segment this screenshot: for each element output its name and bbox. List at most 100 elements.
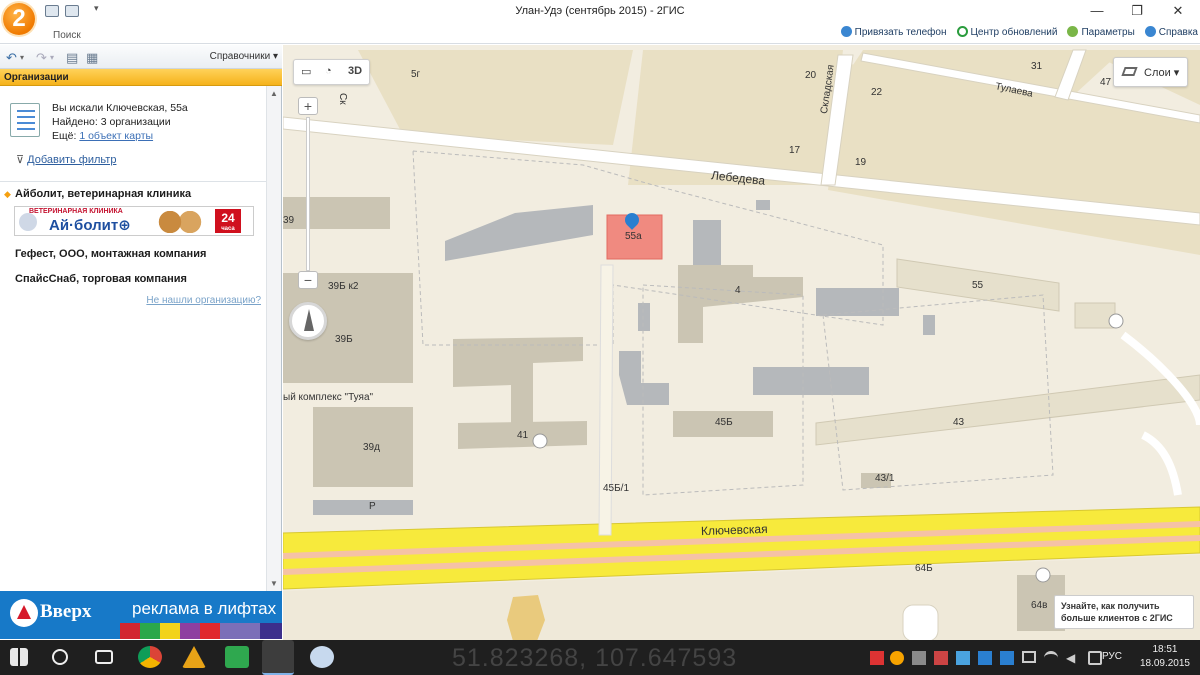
scroll-down-icon[interactable]: ▼ — [270, 579, 278, 588]
tray-icon[interactable] — [912, 651, 926, 665]
building-label: 39 — [283, 215, 295, 226]
zoom-control: + − — [298, 97, 318, 293]
2gis-taskbar-button[interactable] — [262, 640, 294, 675]
search-tab[interactable]: Поиск — [53, 30, 81, 41]
organizations-header: Организации — [0, 69, 282, 86]
filter-icon: ⊽ — [16, 154, 25, 166]
aibolit-banner[interactable]: ВЕТЕРИНАРНАЯ КЛИНИКА Ай·болит⊕ 24 часа — [14, 206, 254, 236]
handbooks-dropdown[interactable]: Справочники ▾ — [210, 51, 278, 62]
building-label: 4 — [735, 285, 741, 296]
help-icon — [1144, 26, 1156, 37]
task-view-icon[interactable] — [95, 650, 113, 664]
pets-image — [155, 211, 205, 233]
marker-bullet-icon: ◆ — [4, 189, 11, 199]
search-icon[interactable] — [52, 649, 68, 665]
building-label: 64в — [1031, 600, 1048, 611]
tray-icon[interactable] — [956, 651, 970, 665]
hours-badge: 24 часа — [215, 209, 241, 233]
compass-icon[interactable] — [289, 302, 327, 340]
battery-icon[interactable] — [1022, 651, 1036, 663]
org-item-gefest[interactable]: Гефест, ООО, монтажная компания — [15, 248, 206, 260]
windows-taskbar: 51.823268, 107.647593 ◀ РУС 18:51 18.09.… — [0, 640, 1200, 675]
building-label: 45Б — [715, 417, 733, 428]
coordinates-readout: 51.823268, 107.647593 — [452, 644, 738, 672]
tray-icon[interactable] — [978, 651, 992, 665]
paint-icon[interactable] — [310, 646, 334, 668]
app-triangle-icon[interactable] — [182, 646, 206, 668]
layers-icon — [1121, 67, 1138, 76]
clock[interactable]: 18:51 18.09.2015 — [1140, 643, 1190, 671]
volume-icon[interactable]: ◀ — [1066, 651, 1080, 665]
minimize-button[interactable]: — — [1082, 2, 1112, 20]
map-view[interactable]: 5г 20 31 22 47 17 19 39 39Б к2 39Б 4 55 … — [283, 45, 1200, 641]
building-label: 64Б — [915, 563, 933, 574]
search-document-icon — [10, 103, 40, 137]
building-label: 41 — [517, 430, 529, 441]
back-arrow-icon[interactable]: ↶ — [6, 50, 17, 66]
settings-link[interactable]: Параметры — [1067, 26, 1135, 38]
found-count-text: Найдено: 3 организации — [52, 116, 171, 128]
link-phone-link[interactable]: Привязать телефон — [840, 26, 947, 38]
ad-brand: Вверх — [40, 601, 92, 622]
zoom-in-button[interactable]: + — [298, 97, 318, 115]
app-green-icon[interactable] — [225, 646, 249, 668]
search-query-text: Вы искали Ключевская, 55а — [52, 102, 188, 114]
building-label: 39д — [363, 442, 380, 453]
system-tray: ◀ РУС 18:51 18.09.2015 — [860, 640, 1200, 675]
elevator-ad-banner[interactable]: Вверх реклама в лифтах — [0, 591, 282, 639]
restore-button[interactable]: ❐ — [1122, 2, 1152, 20]
building-label: 19 — [855, 157, 867, 168]
top-links: Привязать телефон Центр обновлений Парам… — [840, 26, 1198, 38]
doctor-icon — [19, 213, 37, 231]
chrome-icon[interactable] — [138, 646, 162, 668]
gear-icon — [1067, 26, 1079, 37]
language-indicator[interactable]: РУС — [1102, 651, 1122, 662]
panel-scrollbar[interactable]: ▲ ▼ — [266, 86, 281, 591]
help-link[interactable]: Справка — [1144, 26, 1198, 38]
street-label-klyuchevskaya: Ключевская — [700, 521, 768, 539]
windows-start-icon[interactable] — [10, 648, 28, 666]
3d-button[interactable]: 3D — [348, 65, 362, 77]
tray-icon[interactable] — [870, 651, 884, 665]
building-label: 20 — [805, 70, 817, 81]
map-object-link[interactable]: 1 объект карты — [79, 130, 153, 142]
tray-icon[interactable] — [1000, 651, 1014, 665]
grid-view-icon[interactable]: ▦ — [86, 50, 98, 66]
building-label: 5г — [411, 69, 421, 80]
forward-arrow-icon[interactable]: ↷ — [36, 50, 47, 66]
layers-button[interactable]: Слои ▾ — [1113, 57, 1188, 87]
left-panel: ↶ ▾ ↷ ▾ ▤ ▦ Справочники ▾ Организации ▲ … — [0, 45, 282, 591]
map-tools-panel: ▭ ◔ 3D — [293, 59, 370, 85]
app-window: 2 ▾ Поиск Улан-Удэ (сентябрь 2015) - 2ГИ… — [0, 0, 1200, 675]
add-filter-link[interactable]: ⊽ Добавить фильтр — [16, 153, 116, 166]
wifi-icon[interactable] — [1044, 651, 1058, 665]
back-dropdown-icon[interactable]: ▾ — [20, 53, 24, 62]
phone-icon — [840, 26, 852, 37]
marker-label: 55а — [625, 231, 642, 242]
building-label: 55 — [972, 280, 984, 291]
update-center-link[interactable]: Центр обновлений — [956, 26, 1057, 38]
message-icon[interactable] — [1088, 651, 1102, 665]
list-view-icon[interactable]: ▤ — [66, 50, 78, 66]
org-item-aibolit[interactable]: Айболит, ветеринарная клиника — [15, 188, 191, 200]
tray-icon[interactable] — [934, 651, 948, 665]
window-title: Улан-Удэ (сентябрь 2015) - 2ГИС — [515, 5, 685, 17]
forward-dropdown-icon[interactable]: ▾ — [50, 53, 54, 62]
more-line: Ещё: 1 объект карты — [52, 130, 154, 142]
close-button[interactable]: ✕ — [1163, 2, 1193, 20]
org-item-spicesnab[interactable]: СпайсСнаб, торговая компания — [15, 273, 187, 285]
scroll-up-icon[interactable]: ▲ — [270, 89, 278, 98]
spiral-icon[interactable]: ◔ — [325, 65, 332, 77]
building-label: 45Б/1 — [603, 483, 630, 494]
building-label: 22 — [871, 87, 883, 98]
tray-icon[interactable] — [890, 651, 904, 665]
zoom-out-button[interactable]: − — [298, 271, 318, 289]
parking-label: Р — [369, 501, 376, 512]
building-label: 39Б к2 — [328, 281, 359, 292]
not-found-link[interactable]: Не нашли организацию? — [146, 295, 261, 306]
street-label-partial: Ск — [337, 93, 348, 105]
zoom-slider[interactable] — [306, 117, 310, 271]
ruler-icon[interactable]: ▭ — [301, 65, 311, 78]
promo-box[interactable]: Узнайте, как получить больше клиентов с … — [1054, 595, 1194, 629]
refresh-icon — [956, 26, 968, 37]
